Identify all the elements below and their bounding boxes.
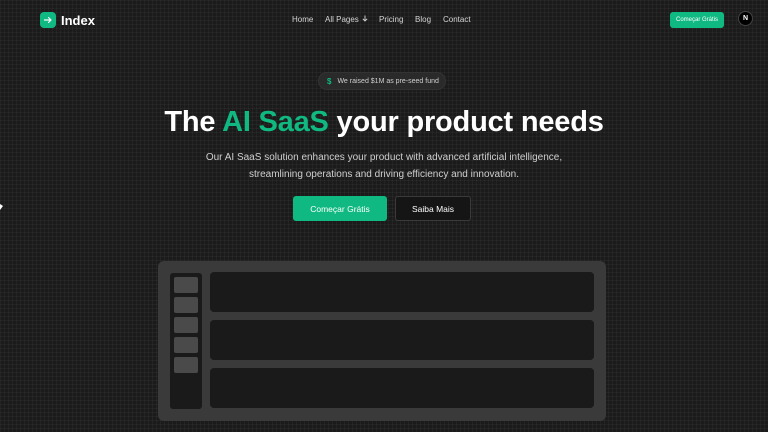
mockup-sidebar-item [174, 277, 198, 293]
hero-title-end: your product needs [328, 106, 604, 138]
logo-text: Index [61, 12, 95, 28]
hero-title-start: The [164, 106, 223, 138]
nav-pricing[interactable]: Pricing [379, 15, 403, 24]
nav-all-pages[interactable]: All Pages [325, 15, 368, 24]
nav-blog[interactable]: Blog [415, 15, 431, 24]
hero-title: The AI SaaS your product needs [0, 106, 768, 139]
dashboard-mockup [158, 261, 606, 421]
mockup-sidebar-item [174, 337, 198, 353]
dollar-icon: $ [327, 76, 332, 86]
nav-all-pages-label: All Pages [325, 15, 359, 24]
mockup-sidebar-item [174, 317, 198, 333]
avatar[interactable]: N [738, 11, 753, 26]
arrow-down-icon [362, 15, 368, 24]
learn-more-button[interactable]: Saiba Mais [395, 196, 471, 221]
mockup-sidebar [170, 273, 202, 409]
top-navbar: Index Home All Pages Pricing Blog Contac… [0, 0, 768, 40]
funding-badge[interactable]: $ We raised $1M as pre-seed fund [318, 72, 446, 90]
nav-cta-button[interactable]: Começar Grátis [670, 12, 724, 28]
start-free-button[interactable]: Começar Grátis [293, 196, 387, 221]
hero-subtitle: Our AI SaaS solution enhances your produ… [205, 152, 563, 180]
mockup-panel [210, 320, 594, 360]
mockup-panel [210, 368, 594, 408]
nav-contact[interactable]: Contact [443, 15, 471, 24]
hero-title-accent: AI SaaS [222, 106, 329, 138]
logo-link[interactable]: Index [40, 12, 95, 28]
mockup-sidebar-item [174, 357, 198, 373]
mockup-panel [210, 272, 594, 312]
funding-badge-text: We raised $1M as pre-seed fund [337, 77, 439, 85]
mockup-sidebar-item [174, 297, 198, 313]
nav-home[interactable]: Home [292, 15, 313, 24]
arrow-right-icon [40, 12, 56, 28]
mouse-cursor-icon [0, 204, 3, 210]
